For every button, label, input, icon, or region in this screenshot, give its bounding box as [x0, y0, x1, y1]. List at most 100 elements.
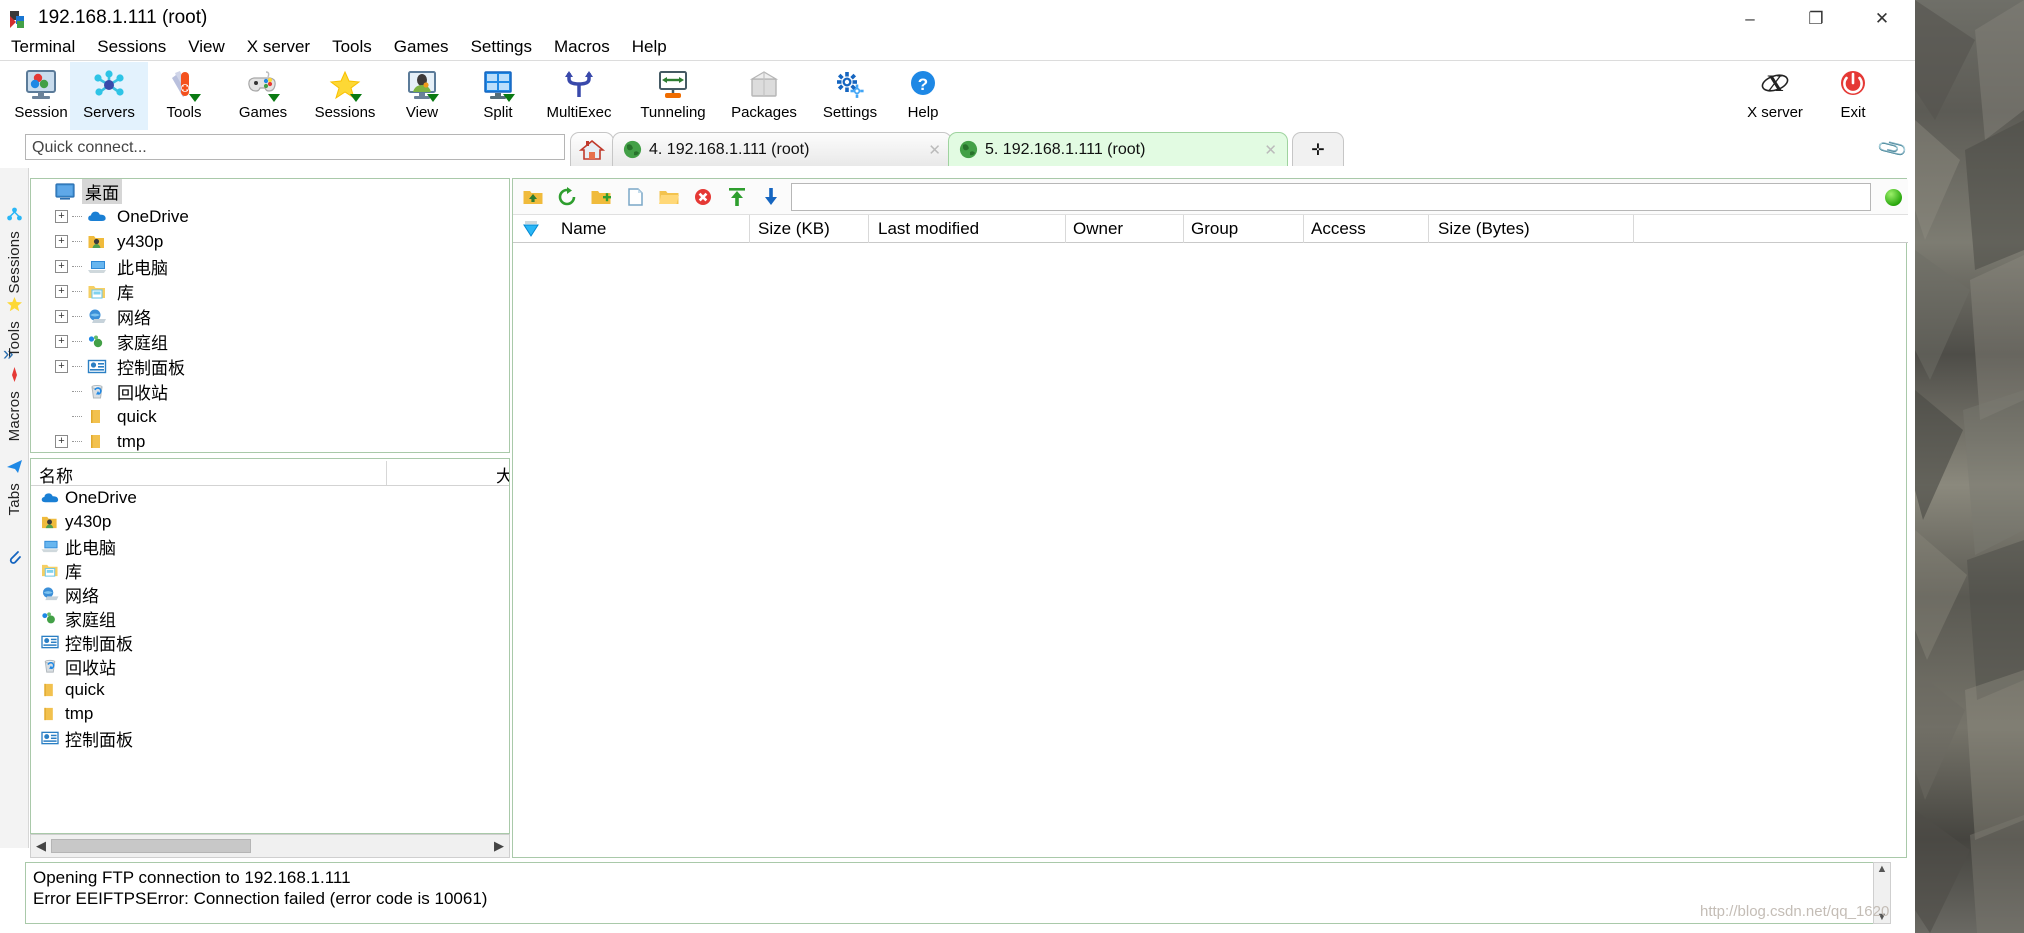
tree-row-onedrive[interactable]: + OneDrive [31, 204, 509, 229]
dropdown-caret-icon[interactable] [427, 94, 439, 102]
dropdown-caret-icon[interactable] [503, 94, 515, 102]
new-file-button[interactable] [621, 183, 649, 211]
toolbar-button-tools[interactable]: Tools [148, 62, 220, 130]
go-up-button[interactable] [519, 183, 547, 211]
toolbar-button-multiexec[interactable]: MultiExec [532, 62, 626, 130]
column-header-access[interactable]: Access [1311, 219, 1366, 239]
column-divider[interactable] [749, 215, 750, 243]
open-folder-button[interactable] [655, 183, 683, 211]
expand-icon[interactable]: + [55, 310, 68, 323]
column-divider[interactable] [1183, 215, 1184, 243]
status-log[interactable]: Opening FTP connection to 192.168.1.111 … [25, 862, 1885, 924]
toolbar-button-packages[interactable]: Packages [720, 62, 808, 130]
column-header-owner[interactable]: Owner [1073, 219, 1123, 239]
new-folder-button[interactable] [587, 183, 615, 211]
list-item[interactable]: 控制面板 [31, 630, 509, 654]
tree-row-quick[interactable]: quick [31, 404, 509, 429]
list-item[interactable]: tmp [31, 702, 509, 726]
column-divider[interactable] [1428, 215, 1429, 243]
list-item[interactable]: 家庭组 [31, 606, 509, 630]
scrollbar-thumb[interactable] [51, 839, 251, 853]
column-divider[interactable] [868, 215, 869, 243]
toolbar-button-split[interactable]: Split [464, 62, 532, 130]
list-item[interactable]: 库 [31, 558, 509, 582]
toolbar-button-help[interactable]: ? Help [892, 62, 954, 130]
tree-row-tmp[interactable]: + tmp [31, 429, 509, 452]
menu-item-view[interactable]: View [177, 35, 236, 59]
close-button[interactable]: ✕ [1849, 0, 1915, 38]
upload-button[interactable] [723, 183, 751, 211]
sidebar-tab-sessions[interactable]: Sessions [0, 206, 29, 293]
menu-item-settings[interactable]: Settings [460, 35, 543, 59]
menu-item-help[interactable]: Help [621, 35, 678, 59]
tab-session-4[interactable]: 4. 192.168.1.111 (root) ✕ [612, 132, 952, 166]
sort-icon[interactable] [521, 219, 541, 244]
toolbar-button-x-server[interactable]: X X server [1728, 62, 1822, 130]
expand-icon[interactable]: + [55, 335, 68, 348]
tree-row-y430p[interactable]: + y430p [31, 229, 509, 254]
menu-item-sessions[interactable]: Sessions [86, 35, 177, 59]
column-header-name[interactable]: Name [561, 219, 606, 239]
toolbar-button-games[interactable]: Games [226, 62, 300, 130]
tree-row-this-pc[interactable]: + 此电脑 [31, 254, 509, 279]
list-item[interactable]: 此电脑 [31, 534, 509, 558]
expand-icon[interactable]: + [55, 360, 68, 373]
tab-close-icon[interactable]: ✕ [1250, 141, 1277, 159]
expand-icon[interactable]: + [55, 210, 68, 223]
local-browser-tree[interactable]: 桌面 + OneDrive + y430p + 此电脑 + 库 + 网络 + 家… [30, 178, 510, 453]
tree-row-recycle-bin[interactable]: 回收站 [31, 379, 509, 404]
tree-row-desktop[interactable]: 桌面 [31, 179, 509, 204]
sidebar-tab-macros[interactable]: Macros [0, 366, 29, 441]
sidebar-tab-tools[interactable]: Tools [0, 296, 29, 357]
menu-item-macros[interactable]: Macros [543, 35, 621, 59]
toolbar-button-tunneling[interactable]: Tunneling [626, 62, 720, 130]
scroll-up-button[interactable]: ▲ [1877, 863, 1888, 875]
sidebar-tab-tabs[interactable]: Tabs [0, 458, 29, 516]
list-item[interactable]: OneDrive [31, 486, 509, 510]
expand-icon[interactable]: + [55, 235, 68, 248]
column-divider[interactable] [1065, 215, 1066, 243]
tab-home[interactable] [570, 132, 614, 166]
minimize-button[interactable]: – [1717, 0, 1783, 38]
dropdown-caret-icon[interactable] [268, 94, 280, 102]
scroll-left-button[interactable]: ◀ [31, 838, 51, 854]
column-header-last-modified[interactable]: Last modified [878, 219, 979, 239]
remote-path-input[interactable] [791, 183, 1871, 211]
expand-icon[interactable]: + [55, 260, 68, 273]
toolbar-button-view[interactable]: View [386, 62, 458, 130]
expand-icon[interactable]: + [55, 285, 68, 298]
new-tab-button[interactable]: ✛ [1292, 132, 1344, 166]
toolbar-button-sessions[interactable]: Sessions [304, 62, 386, 130]
list-item[interactable]: 网络 [31, 582, 509, 606]
quick-connect-input[interactable]: Quick connect... [25, 134, 565, 160]
menu-item-x-server[interactable]: X server [236, 35, 321, 59]
local-file-list-hscrollbar[interactable]: ◀ ▶ [30, 834, 510, 858]
tab-session-5[interactable]: 5. 192.168.1.111 (root) ✕ [948, 132, 1288, 166]
expand-icon[interactable]: + [55, 435, 68, 448]
tree-row-control-panel[interactable]: + 控制面板 [31, 354, 509, 379]
column-header-size[interactable]: 大 [496, 462, 509, 487]
tree-row-network[interactable]: + 网络 [31, 304, 509, 329]
column-header-group[interactable]: Group [1191, 219, 1238, 239]
column-header-size-bytes[interactable]: Size (Bytes) [1438, 219, 1530, 239]
tree-row-homegroup[interactable]: + 家庭组 [31, 329, 509, 354]
menu-item-games[interactable]: Games [383, 35, 460, 59]
column-divider[interactable] [1633, 215, 1634, 243]
local-file-list[interactable]: 名称 大 OneDrive y430p 此电脑 库 [30, 458, 510, 834]
maximize-button[interactable]: ❐ [1783, 0, 1849, 38]
toolbar-button-servers[interactable]: Servers [70, 62, 148, 130]
column-header-size-kb[interactable]: Size (KB) [758, 219, 830, 239]
delete-button[interactable] [689, 183, 717, 211]
list-item[interactable]: 回收站 [31, 654, 509, 678]
scroll-right-button[interactable]: ▶ [489, 838, 509, 854]
column-divider[interactable] [386, 461, 387, 485]
menu-item-terminal[interactable]: Terminal [0, 35, 86, 59]
column-header-name[interactable]: 名称 [39, 462, 73, 487]
sidebar-paperclip-icon[interactable] [6, 548, 23, 570]
column-divider[interactable] [1303, 215, 1304, 243]
tab-close-icon[interactable]: ✕ [914, 141, 941, 159]
toolbar-button-exit[interactable]: Exit [1822, 62, 1884, 130]
list-item[interactable]: y430p [31, 510, 509, 534]
dropdown-caret-icon[interactable] [350, 94, 362, 102]
menu-item-tools[interactable]: Tools [321, 35, 383, 59]
